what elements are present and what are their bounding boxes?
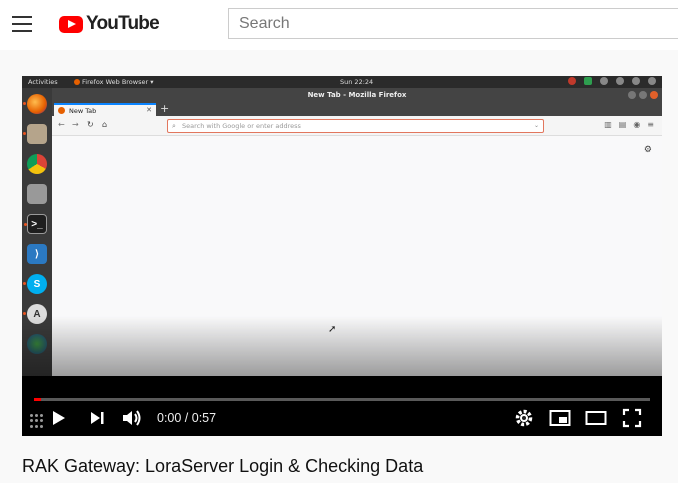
tab-label: New Tab (69, 106, 97, 115)
system-tray (568, 77, 656, 85)
firefox-dock-icon (23, 94, 47, 114)
gear-icon: ⚙ (643, 144, 652, 154)
clock: Sun 22:24 (340, 78, 374, 86)
chrome-dock-icon (27, 154, 47, 174)
terminal-dock-icon: >_ (24, 214, 47, 234)
back-icon: ← (58, 120, 65, 129)
settings-button[interactable] (514, 408, 534, 428)
grid-dots-icon (30, 414, 44, 428)
firefox-favicon-icon (58, 107, 65, 114)
url-bar: ⌕ Search with Google or enter address ⌄ (167, 119, 544, 133)
search-icon: ⌕ (172, 122, 176, 130)
skype-dock-icon: S (23, 274, 47, 294)
reload-icon: ↻ (87, 120, 94, 129)
update-icon (584, 77, 592, 85)
extension-icon: ◉ (633, 120, 641, 129)
search-input[interactable] (228, 8, 678, 39)
library-icon: ▥ (604, 120, 612, 129)
youtube-logo[interactable]: YouTube (59, 13, 160, 35)
menu-icon[interactable] (12, 16, 32, 32)
maximize-icon (639, 91, 647, 99)
masthead: YouTube (0, 0, 678, 50)
progress-bar[interactable] (34, 398, 650, 401)
logo-wordmark: YouTube (86, 13, 160, 34)
app-menu: Firefox Web Browser ▾ (74, 78, 153, 86)
tab-close-icon: ✕ (146, 106, 152, 114)
fullscreen-button[interactable] (622, 408, 642, 428)
vscode-dock-icon: ⟩ (27, 244, 47, 264)
next-button[interactable] (88, 408, 106, 428)
chevron-down-icon: ⌄ (533, 122, 539, 129)
power-icon (648, 77, 656, 85)
home-icon: ⌂ (102, 120, 108, 129)
firefox-titlebar: New Tab - Mozilla Firefox (52, 88, 662, 102)
firefox-icon (74, 79, 80, 85)
files-dock-icon (23, 124, 47, 144)
youtube-play-icon (59, 15, 83, 33)
ruby-icon (568, 77, 576, 85)
miniplayer-button[interactable] (549, 408, 571, 428)
firefox-tabstrip: New Tab ✕ + (52, 102, 662, 116)
close-icon (650, 91, 658, 99)
ubuntu-top-panel: Activities Firefox Web Browser ▾ Sun 22:… (22, 76, 662, 88)
url-placeholder: Search with Google or enter address (182, 122, 301, 130)
progress-fill (34, 398, 42, 401)
camera-dock-icon (27, 184, 47, 204)
new-tab-plus-icon: + (160, 102, 170, 115)
window-buttons (628, 91, 658, 99)
play-button[interactable] (48, 408, 68, 428)
time-display: 0:00 / 0:57 (157, 411, 217, 425)
firefox-navbar: ← → ↻ ⌂ ⌕ Search with Google or enter ad… (52, 116, 662, 136)
video-title: RAK Gateway: LoraServer Login & Checking… (22, 456, 424, 476)
lock-icon (632, 77, 640, 85)
minimize-icon (628, 91, 636, 99)
tab-new-tab: New Tab ✕ (54, 103, 156, 116)
network-icon (616, 77, 624, 85)
night-light-icon (600, 77, 608, 85)
volume-button[interactable] (120, 408, 144, 428)
video-player[interactable]: Activities Firefox Web Browser ▾ Sun 22:… (22, 76, 662, 436)
theater-mode-button[interactable] (585, 408, 607, 428)
hamburger-menu-icon: ≡ (647, 120, 654, 129)
window-title: New Tab - Mozilla Firefox (307, 91, 407, 99)
sidebar-icon: ▤ (618, 120, 627, 129)
app-menu-label: Firefox Web Browser ▾ (82, 78, 154, 86)
forward-icon: → (72, 120, 79, 129)
activities-label: Activities (28, 78, 58, 86)
firefox-toolbar-icons: ▥ ▤ ◉ ≡ (604, 120, 654, 129)
